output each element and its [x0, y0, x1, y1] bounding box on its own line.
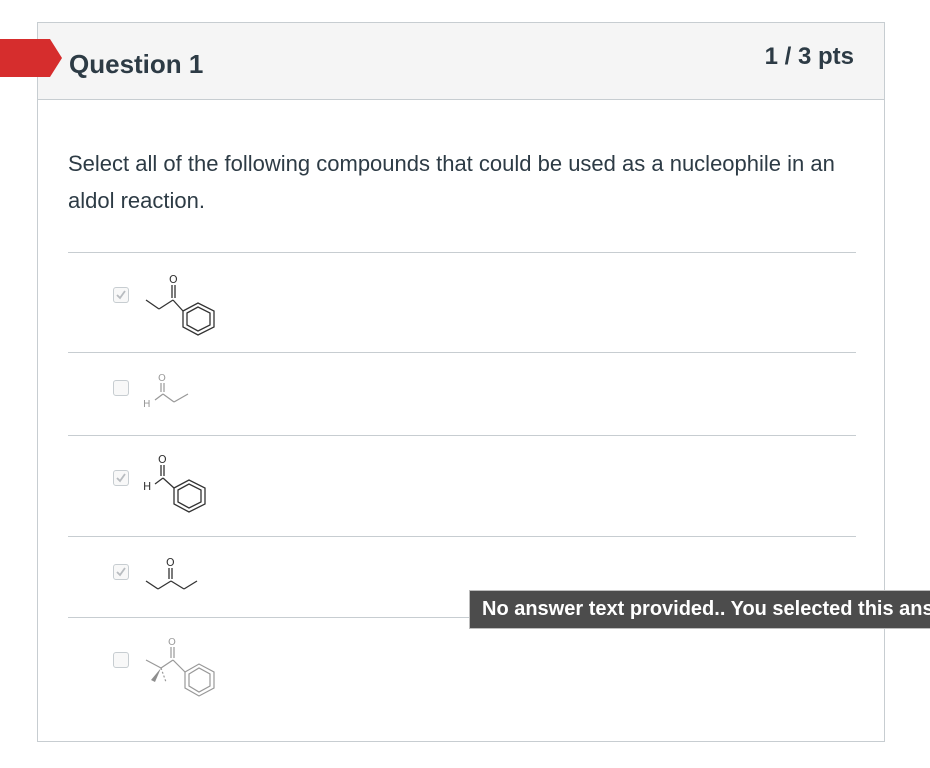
molecule-pivalophenone: O	[145, 637, 215, 697]
answer-checkbox-5[interactable]	[113, 652, 129, 668]
check-icon	[116, 290, 126, 300]
question-text: Select all of the following compounds th…	[68, 151, 835, 213]
molecule-1-phenylpropan-1-one: O	[145, 273, 215, 336]
question-title: Question 1	[69, 49, 204, 79]
answer-checkbox-1[interactable]	[113, 287, 129, 303]
answer-checkbox-2[interactable]	[113, 380, 129, 396]
atom-label-o: O	[169, 273, 178, 286]
answer-row-1[interactable]: O	[68, 253, 856, 353]
answer-checkbox-3[interactable]	[113, 470, 129, 486]
atom-label-h: H	[143, 480, 151, 493]
question-card: Question 1 1 / 3 pts Select all of the f…	[37, 22, 885, 742]
question-header: Question 1 1 / 3 pts	[38, 23, 884, 100]
atom-label-o: O	[158, 453, 167, 466]
question-points: 1 / 3 pts	[764, 43, 854, 70]
check-icon	[116, 567, 126, 577]
molecule-propanal: O H	[143, 373, 189, 410]
answer-tooltip: No answer text provided.. You selected t…	[469, 590, 930, 629]
atom-label-o: O	[158, 373, 166, 384]
check-icon	[116, 473, 126, 483]
answer-row-2[interactable]: O H	[68, 353, 856, 436]
answer-row-3[interactable]: O H	[68, 436, 856, 537]
molecule-benzaldehyde: O H	[143, 453, 206, 513]
answer-list: O O H O H O O	[68, 252, 856, 718]
atom-label-o: O	[168, 637, 176, 648]
molecule-pentan-3-one: O	[145, 556, 198, 590]
answer-row-5[interactable]: O	[68, 618, 856, 718]
question-body: Select all of the following compounds th…	[68, 145, 858, 219]
question-flag-icon	[0, 39, 62, 77]
answer-checkbox-4[interactable]	[113, 564, 129, 580]
atom-label-o: O	[166, 556, 175, 569]
atom-label-h: H	[143, 399, 151, 410]
